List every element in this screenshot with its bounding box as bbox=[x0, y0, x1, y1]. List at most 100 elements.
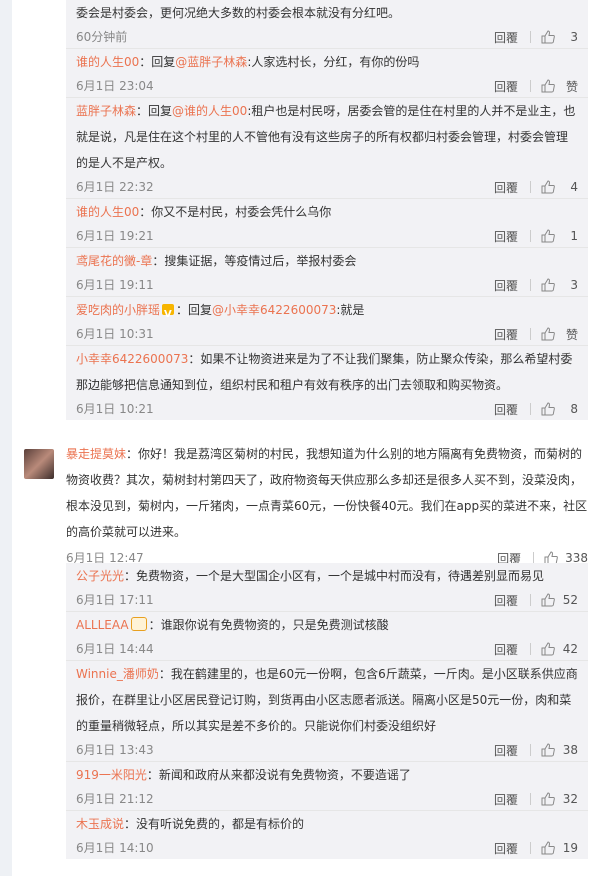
reply-username[interactable]: 谁的人生00 bbox=[76, 205, 139, 219]
reply-actions: 回覆 52 bbox=[494, 591, 578, 609]
like-button[interactable]: 赞 bbox=[531, 78, 578, 95]
reply-username[interactable]: 鸢尾花的黴-章 bbox=[76, 254, 152, 268]
reply-username[interactable]: 蓝胖子林森 bbox=[76, 104, 136, 118]
reply-time: 6月1日 23:04 bbox=[76, 79, 154, 93]
reply-username[interactable]: 小幸幸6422600073 bbox=[76, 352, 188, 366]
thumbs-up-icon bbox=[541, 402, 555, 416]
thumbs-up-icon bbox=[541, 30, 555, 44]
reply-text: 鸢尾花的黴-章：搜集证据，等疫情过后，举报村委会 bbox=[76, 248, 578, 274]
thumbs-up-icon bbox=[541, 180, 555, 194]
like-button[interactable]: 1 bbox=[531, 229, 578, 243]
reply-time: 6月1日 22:32 bbox=[76, 180, 154, 194]
reply-button[interactable]: 回覆 bbox=[494, 179, 530, 196]
reply-button[interactable]: 回覆 bbox=[494, 791, 530, 808]
reply-username[interactable]: Winnie_潘师奶 bbox=[76, 667, 159, 681]
left-edge-strip bbox=[0, 0, 12, 876]
comment-content: ：你好！我是荔湾区菊树的村民，我想知道为什么别的地方隔离有免费物资，而菊树的物资… bbox=[66, 447, 588, 539]
reply-content: :就是 bbox=[336, 303, 365, 317]
reply-button[interactable]: 回覆 bbox=[494, 840, 530, 857]
reply-meta: 6月1日 14:10 回覆 19 bbox=[76, 837, 578, 859]
reply-time: 6月1日 19:21 bbox=[76, 229, 154, 243]
reply-time: 6月1日 21:12 bbox=[76, 792, 154, 806]
thumbs-up-icon bbox=[541, 841, 555, 855]
reply-item: 委会是村委会，更何况绝大多数的村委会根本就没有分红吧。 60分钟前 回覆 3 bbox=[66, 0, 588, 49]
reply-text: 919一米阳光：新闻和政府从来都没说有免费物资，不要造谣了 bbox=[76, 762, 578, 788]
reply-time: 6月1日 17:11 bbox=[76, 593, 154, 607]
reply-prefix: ：回复 bbox=[136, 104, 173, 118]
reply-content: ：搜集证据，等疫情过后，举报村委会 bbox=[152, 254, 357, 268]
reply-meta: 6月1日 17:11 回覆 52 bbox=[76, 589, 578, 611]
reply-actions: 回覆 3 bbox=[494, 28, 578, 46]
reply-text: ALLLEAA ：谁跟你说有免费物资的，只是免费测试核酸 bbox=[76, 612, 578, 638]
reply-button[interactable]: 回覆 bbox=[494, 78, 530, 95]
reply-actions: 回覆 4 bbox=[494, 178, 578, 196]
reply-text: 谁的人生00：回复@蓝胖子林森:人家选村长，分红，有你的份吗 bbox=[76, 49, 578, 75]
like-count: 32 bbox=[562, 792, 578, 806]
like-button[interactable]: 32 bbox=[531, 792, 578, 806]
thumbs-up-icon bbox=[541, 593, 555, 607]
reply-item: 公子光光：免费物资，一个是大型国企小区有，一个是城中村而没有，待遇差别显而易见 6… bbox=[66, 563, 588, 612]
like-count: 8 bbox=[570, 402, 578, 416]
reply-username[interactable]: 爱吃肉的小胖瑶 bbox=[76, 303, 160, 317]
reply-item: 小幸幸6422600073：如果不让物资进来是为了不让我们聚集，防止聚众传染，那… bbox=[66, 346, 588, 420]
reply-button[interactable]: 回覆 bbox=[494, 29, 530, 46]
reply-text: 公子光光：免费物资，一个是大型国企小区有，一个是城中村而没有，待遇差别显而易见 bbox=[76, 563, 578, 589]
reply-username[interactable]: 919一米阳光 bbox=[76, 768, 147, 782]
reply-username[interactable]: 公子光光 bbox=[76, 569, 124, 583]
like-button[interactable]: 42 bbox=[531, 642, 578, 656]
mention-link[interactable]: @小幸幸6422600073 bbox=[212, 303, 336, 317]
thumbs-up-icon bbox=[541, 792, 555, 806]
like-count: 38 bbox=[562, 743, 578, 757]
reply-meta: 6月1日 21:12 回覆 32 bbox=[76, 788, 578, 810]
reply-text: 蓝胖子林森：回复@谁的人生00:租户也是村民呀，居委会管的是住在村里的人并不是业… bbox=[76, 98, 578, 176]
reply-button[interactable]: 回覆 bbox=[494, 592, 530, 609]
reply-time: 6月1日 14:10 bbox=[76, 841, 154, 855]
reply-thread-top: 委会是村委会，更何况绝大多数的村委会根本就没有分红吧。 60分钟前 回覆 3 谁的人生0… bbox=[66, 0, 588, 420]
reply-username[interactable]: 谁的人生00 bbox=[76, 55, 139, 69]
reply-item: 爱吃肉的小胖瑶 ：回复@小幸幸6422600073:就是 6月1日 10:31 回覆 赞 bbox=[66, 297, 588, 346]
reply-button[interactable]: 回覆 bbox=[494, 742, 530, 759]
reply-item: 谁的人生00：你又不是村民，村委会凭什么乌你 6月1日 19:21 回覆 1 bbox=[66, 199, 588, 248]
vip-badge-icon bbox=[162, 302, 175, 328]
mention-link[interactable]: @谁的人生00 bbox=[172, 104, 247, 118]
like-button[interactable]: 52 bbox=[531, 593, 578, 607]
reply-button[interactable]: 回覆 bbox=[494, 326, 530, 343]
like-count: 19 bbox=[562, 841, 578, 855]
like-button[interactable]: 19 bbox=[531, 841, 578, 855]
reply-text: 谁的人生00：你又不是村民，村委会凭什么乌你 bbox=[76, 199, 578, 225]
reply-meta: 6月1日 10:31 回覆 赞 bbox=[76, 323, 578, 345]
reply-meta: 6月1日 19:21 回覆 1 bbox=[76, 225, 578, 247]
like-button[interactable]: 8 bbox=[531, 402, 578, 416]
reply-text: 小幸幸6422600073：如果不让物资进来是为了不让我们聚集，防止聚众传染，那… bbox=[76, 346, 578, 398]
reply-time: 6月1日 10:31 bbox=[76, 327, 154, 341]
reply-item: 919一米阳光：新闻和政府从来都没说有免费物资，不要造谣了 6月1日 21:12 回… bbox=[66, 762, 588, 811]
like-button[interactable]: 3 bbox=[531, 30, 578, 44]
like-button[interactable]: 3 bbox=[531, 278, 578, 292]
reply-username[interactable]: ALLLEAA bbox=[76, 618, 129, 632]
reply-content: :人家选村长，分红，有你的份吗 bbox=[247, 55, 420, 69]
reply-item: ALLLEAA ：谁跟你说有免费物资的，只是免费测试核酸 6月1日 14:44 回覆 4… bbox=[66, 612, 588, 661]
like-button[interactable]: 4 bbox=[531, 180, 578, 194]
reply-button[interactable]: 回覆 bbox=[494, 277, 530, 294]
reply-button[interactable]: 回覆 bbox=[494, 228, 530, 245]
avatar[interactable] bbox=[24, 449, 54, 479]
mention-link[interactable]: @蓝胖子林森 bbox=[175, 55, 247, 69]
like-button[interactable]: 赞 bbox=[531, 326, 578, 343]
reply-button[interactable]: 回覆 bbox=[494, 401, 530, 418]
like-count: 42 bbox=[562, 642, 578, 656]
level-badge-icon bbox=[130, 617, 147, 631]
reply-item: 木玉成说：没有听说免费的，都是有标价的 6月1日 14:10 回覆 19 bbox=[66, 811, 588, 859]
thumbs-up-icon bbox=[541, 642, 555, 656]
reply-item: 鸢尾花的黴-章：搜集证据，等疫情过后，举报村委会 6月1日 19:11 回覆 3 bbox=[66, 248, 588, 297]
like-count: 4 bbox=[570, 180, 578, 194]
reply-meta: 6月1日 19:11 回覆 3 bbox=[76, 274, 578, 296]
reply-meta: 60分钟前 回覆 3 bbox=[76, 26, 578, 48]
like-button[interactable]: 38 bbox=[531, 743, 578, 757]
reply-button[interactable]: 回覆 bbox=[494, 641, 530, 658]
like-count: 1 bbox=[570, 229, 578, 243]
reply-actions: 回覆 8 bbox=[494, 400, 578, 418]
reply-actions: 回覆 赞 bbox=[494, 77, 578, 95]
reply-username[interactable]: 木玉成说 bbox=[76, 817, 124, 831]
thumbs-up-icon bbox=[541, 278, 555, 292]
comment-username[interactable]: 暴走提莫妹 bbox=[66, 447, 126, 461]
